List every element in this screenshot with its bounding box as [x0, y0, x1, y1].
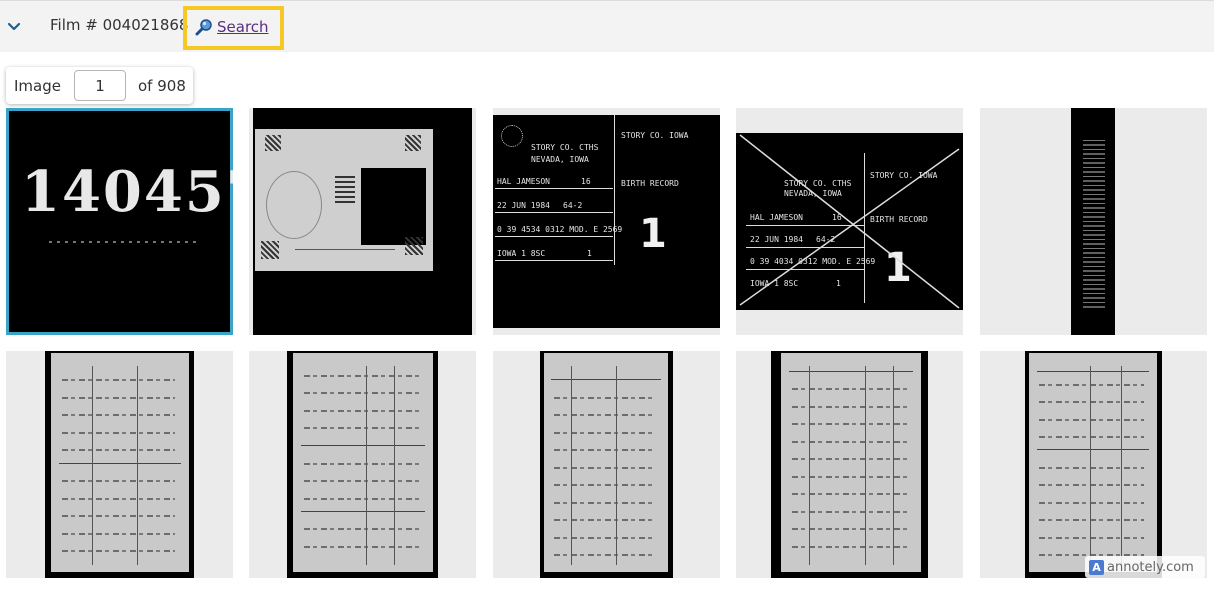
search-link[interactable]: Search: [195, 18, 269, 36]
watermark-text: annotely.com: [1107, 559, 1194, 575]
image-pager: Image of 908: [6, 67, 193, 104]
thumbnail-image: [771, 351, 928, 578]
thumbnail-image: [540, 351, 673, 578]
card-digit: 1: [639, 211, 667, 257]
thumbnail-image: [253, 108, 472, 335]
search-label: Search: [217, 18, 269, 36]
thumbnail-image: [1025, 351, 1162, 578]
image-thumbnail-9[interactable]: [736, 351, 963, 578]
card-record-type: BIRTH RECORD: [621, 179, 679, 188]
card-date-code: 64-2: [563, 201, 583, 210]
thumbnail-image: [287, 351, 438, 578]
card-name: HAL JAMESON: [497, 177, 550, 186]
image-thumbnail-4[interactable]: STORY CO. CTHS NEVADA, IOWA HAL JAMESON …: [736, 108, 963, 335]
image-thumbnail-6[interactable]: [6, 351, 233, 578]
film-number-image-text: 1404577: [21, 159, 233, 225]
cross-out-mark: [739, 134, 960, 309]
thumbnail-image: 1404577: [9, 111, 233, 332]
annotely-logo-icon: A: [1089, 559, 1104, 575]
film-header-bar: Film # 004021868 Search: [0, 0, 1214, 52]
image-thumbnail-3[interactable]: STORY CO. CTHS NEVADA, IOWA HAL JAMESON …: [493, 108, 720, 335]
thumbnail-image: [45, 351, 194, 578]
image-thumbnail-2[interactable]: [249, 108, 476, 335]
search-highlight: Search: [183, 6, 284, 50]
thumbnail-image: STORY CO. CTHS NEVADA, IOWA HAL JAMESON …: [736, 133, 963, 310]
card-date: 22 JUN 1984: [497, 201, 550, 210]
image-thumbnail-10[interactable]: [980, 351, 1207, 578]
card-state: IOWA 1 8SC: [497, 249, 546, 258]
image-label: Image: [14, 77, 61, 95]
image-total: of 908: [138, 77, 186, 95]
image-thumbnail-1[interactable]: 1404577: [6, 108, 233, 335]
thumbnail-image: STORY CO. CTHS NEVADA, IOWA HAL JAMESON …: [493, 115, 720, 328]
film-number: Film # 004021868: [50, 16, 189, 34]
watermark: A annotely.com: [1085, 556, 1205, 578]
thumbnail-image: [1071, 108, 1115, 335]
card-county: STORY CO. CTHS: [531, 143, 599, 152]
image-number-input[interactable]: [74, 70, 126, 101]
card-film-code: 0 39 4534 0312 MOD. E 2569: [497, 225, 623, 234]
card-right-county: STORY CO. IOWA: [621, 131, 689, 140]
card-name-num: 16: [581, 177, 591, 186]
image-thumbnail-7[interactable]: [249, 351, 476, 578]
image-thumbnail-8[interactable]: [493, 351, 720, 578]
card-city: NEVADA, IOWA: [531, 155, 589, 164]
chevron-down-icon[interactable]: [6, 19, 22, 35]
image-thumbnail-5[interactable]: [980, 108, 1207, 335]
search-icon: [195, 19, 212, 36]
card-state-num: 1: [587, 249, 592, 258]
